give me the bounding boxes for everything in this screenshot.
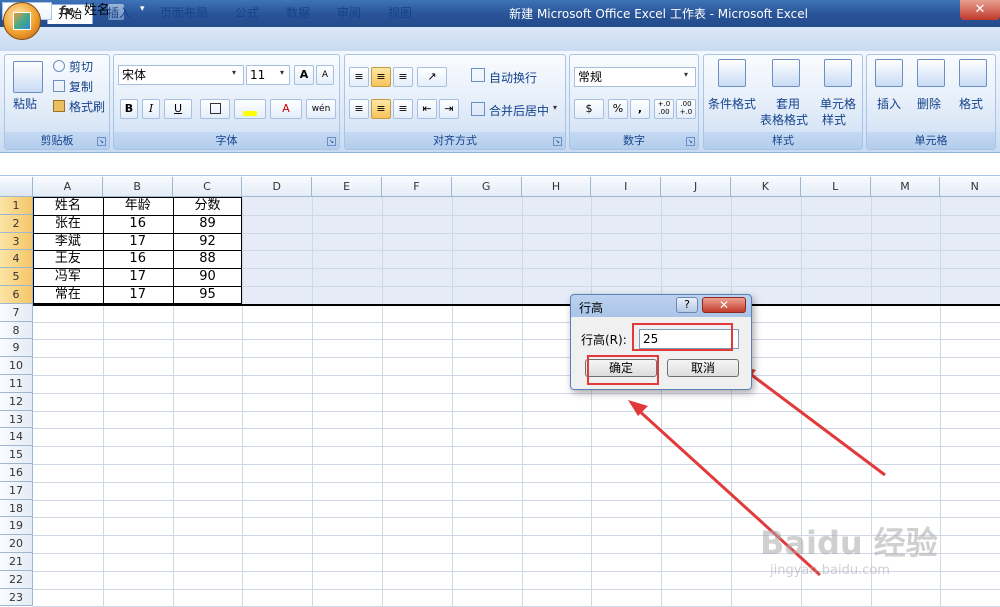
office-button[interactable] [3,2,41,40]
dialog-close-button[interactable]: ✕ [702,297,746,313]
dialog-title: 行高 [579,301,604,315]
annotation-box-input [632,323,733,351]
office-logo-icon [13,12,31,30]
arrow-to-cancel [744,368,886,477]
arrowhead-icon [628,400,648,416]
help-button[interactable]: ? [676,297,698,313]
row-height-label: 行高(R): [581,333,627,347]
watermark-url: jingyan.baidu.com [770,563,890,578]
annotation-box-ok [587,355,659,385]
row-height-dialog: 行高 ? ✕ 行高(R): 25 确定 取消 [570,294,752,390]
cancel-button[interactable]: 取消 [667,359,739,377]
annotation-arrows [628,365,886,577]
watermark: Baidu 经验 [760,524,938,562]
